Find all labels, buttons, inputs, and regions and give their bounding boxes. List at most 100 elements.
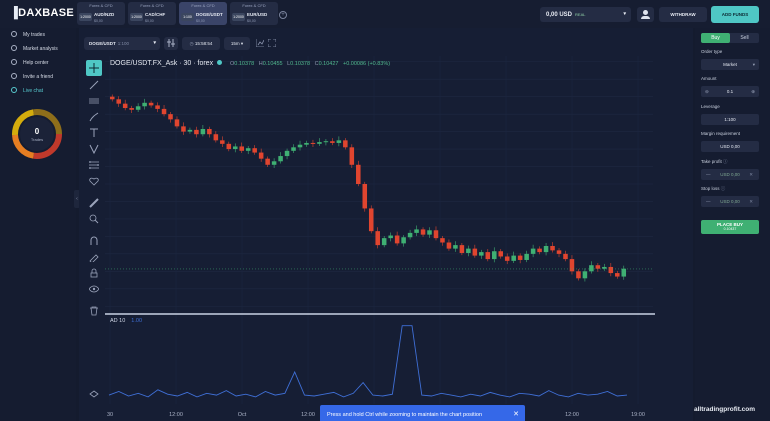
measure-tool[interactable] — [88, 160, 100, 172]
buy-tab[interactable]: Buy — [701, 33, 730, 43]
balance-selector[interactable]: 0,00 USD REAL ▾ — [540, 7, 631, 22]
take-profit-field[interactable]: — USD 0,00 ✕ — [701, 169, 759, 180]
minus-icon[interactable]: ⊖ — [705, 86, 709, 97]
ruler-tool[interactable] — [88, 198, 100, 210]
take-profit-label: Take profit ⓘ — [701, 159, 728, 165]
margin-value: USD 0,00 — [720, 144, 740, 149]
delete-tool[interactable] — [88, 306, 100, 318]
place-buy-button[interactable]: PLACE BUY 0.10437 — [701, 220, 759, 234]
tab-category: Forex & CFD — [140, 3, 164, 8]
chart-plot[interactable]: 0.128000.126000.124000.122000.120000.118… — [105, 56, 685, 421]
candle-body — [323, 141, 329, 143]
tab-value: $0,00 — [145, 19, 154, 23]
candle-body — [220, 140, 225, 144]
place-buy-price: 0.10437 — [723, 227, 737, 231]
candle-body — [608, 266, 614, 274]
zoom-tool[interactable] — [88, 214, 100, 226]
brush-icon — [89, 112, 99, 122]
indicator-line — [108, 325, 628, 398]
nav-market-analysis[interactable]: Market analysis — [11, 44, 58, 54]
lines-icon — [89, 98, 99, 104]
hide-tool[interactable] — [88, 284, 100, 296]
fullscreen-icon[interactable] — [268, 39, 276, 47]
lock-tool[interactable] — [88, 268, 100, 280]
candle-body — [472, 248, 478, 256]
brush-tool[interactable] — [88, 112, 100, 124]
add-funds-button[interactable]: ADD FUNDS — [711, 6, 759, 23]
favorites-tool[interactable] — [88, 176, 100, 188]
order-type-select[interactable]: Market ▾ — [701, 59, 759, 70]
candle-body — [407, 232, 413, 238]
candle-body — [310, 142, 316, 144]
heart-icon — [89, 177, 99, 186]
leverage-label: Leverage — [701, 104, 720, 109]
candle-body — [466, 248, 471, 253]
candle-body — [433, 230, 439, 239]
text-icon — [90, 128, 98, 137]
timer-value: 15:58:54 — [194, 41, 213, 46]
close-icon[interactable]: ✕ — [513, 405, 519, 421]
object-tree-tool[interactable] — [88, 390, 100, 402]
close-icon[interactable]: ✕ — [749, 169, 753, 180]
candle-body — [543, 246, 549, 253]
symbol-selector[interactable]: DOGE/USDT 1:100 ▾ — [84, 37, 160, 50]
nav-invite-friend[interactable]: Invite a friend — [11, 72, 53, 82]
time-tick-label: 19:00 — [631, 412, 645, 418]
plus-icon[interactable]: ⊕ — [751, 86, 755, 97]
chart-title-text: DOGE/USDT.FX_Ask · 30 · forex — [110, 60, 214, 67]
interval-selector[interactable]: 15m ▾ — [224, 37, 250, 50]
candle-body — [317, 142, 322, 144]
nav-live-chat[interactable]: Live chat — [11, 86, 43, 96]
chart-toolbar: DOGE/USDT 1:100 ▾ ◷ 15:58:54 15m ▾ — [79, 28, 693, 56]
trades-count: 0 — [35, 127, 40, 136]
amount-stepper[interactable]: ⊖ 0.1 ⊕ — [701, 86, 759, 97]
candle-body — [116, 99, 121, 104]
leverage-badge: 1:2000 — [79, 13, 92, 21]
amount-label: Amount — [701, 76, 717, 81]
time-tick-label: Oct — [238, 412, 247, 418]
nav-help-center[interactable]: Help center — [11, 58, 49, 68]
zoom-icon — [89, 214, 99, 224]
text-tool[interactable] — [88, 128, 100, 140]
leverage-field[interactable]: 1:100 — [701, 114, 759, 125]
asset-tab-doge-usdt[interactable]: Forex & CFD 1:100 DOGE/USDT $0,00 — [179, 2, 227, 25]
chart-type-icon[interactable] — [256, 39, 264, 47]
crosshair-tool[interactable] — [86, 60, 102, 76]
time-tick-label: 12:00 — [169, 412, 183, 418]
candle-body — [485, 252, 491, 260]
horizontal-lines-tool[interactable] — [88, 96, 100, 108]
stop-loss-field[interactable]: — USD 0,00 ✕ — [701, 196, 759, 207]
asset-tab-eur-usd[interactable]: Forex & CFD 1:2000 EUR/USD $0,00 — [230, 2, 278, 25]
pattern-tool[interactable] — [88, 144, 100, 156]
candle-body — [362, 184, 368, 209]
price-chart[interactable]: 0.128000.126000.124000.122000.120000.118… — [105, 56, 685, 421]
candle-body — [161, 108, 167, 115]
add-tab-icon[interactable]: + — [279, 11, 287, 19]
logo[interactable]: ▐DAXBASE — [10, 7, 74, 19]
zoom-hint-toast: Press and hold Ctrl while zooming to mai… — [320, 405, 525, 421]
stay-in-drawing-tool[interactable] — [88, 252, 100, 264]
profile-button[interactable] — [637, 7, 654, 22]
candle-body — [265, 158, 270, 165]
margin-label: Margin requirement — [701, 131, 741, 136]
candle-body — [615, 273, 620, 277]
high-value: 0.10455 — [262, 61, 283, 67]
magnet-tool[interactable] — [88, 236, 100, 248]
compare-button[interactable] — [164, 37, 178, 50]
chevron-down-icon: ▾ — [153, 40, 156, 46]
leverage-badge: 1:2000 — [130, 13, 143, 21]
asset-tab-aud-nzd[interactable]: Forex & CFD 1:2000 AUD/NZD $0,00 — [77, 2, 125, 25]
candle-body — [194, 129, 199, 135]
asset-tab-cad-chf[interactable]: Forex & CFD 1:2000 CAD/CHF $0,00 — [128, 2, 176, 25]
indicator-legend[interactable]: AD 10 1.00 — [110, 318, 142, 324]
withdraw-button[interactable]: WITHDRAW — [659, 7, 707, 22]
watermark: alltradingprofit.com — [694, 406, 756, 413]
info-icon: ⓘ — [720, 186, 726, 191]
nav-my-trades[interactable]: My trades — [11, 30, 45, 40]
trend-line-tool[interactable] — [88, 80, 100, 92]
change-value: +0.00086 (+0.83%) — [343, 61, 391, 67]
close-icon[interactable]: ✕ — [749, 196, 753, 207]
order-type-value: Market — [723, 62, 737, 67]
sell-tab[interactable]: Sell — [730, 33, 759, 43]
trash-icon — [90, 306, 98, 316]
